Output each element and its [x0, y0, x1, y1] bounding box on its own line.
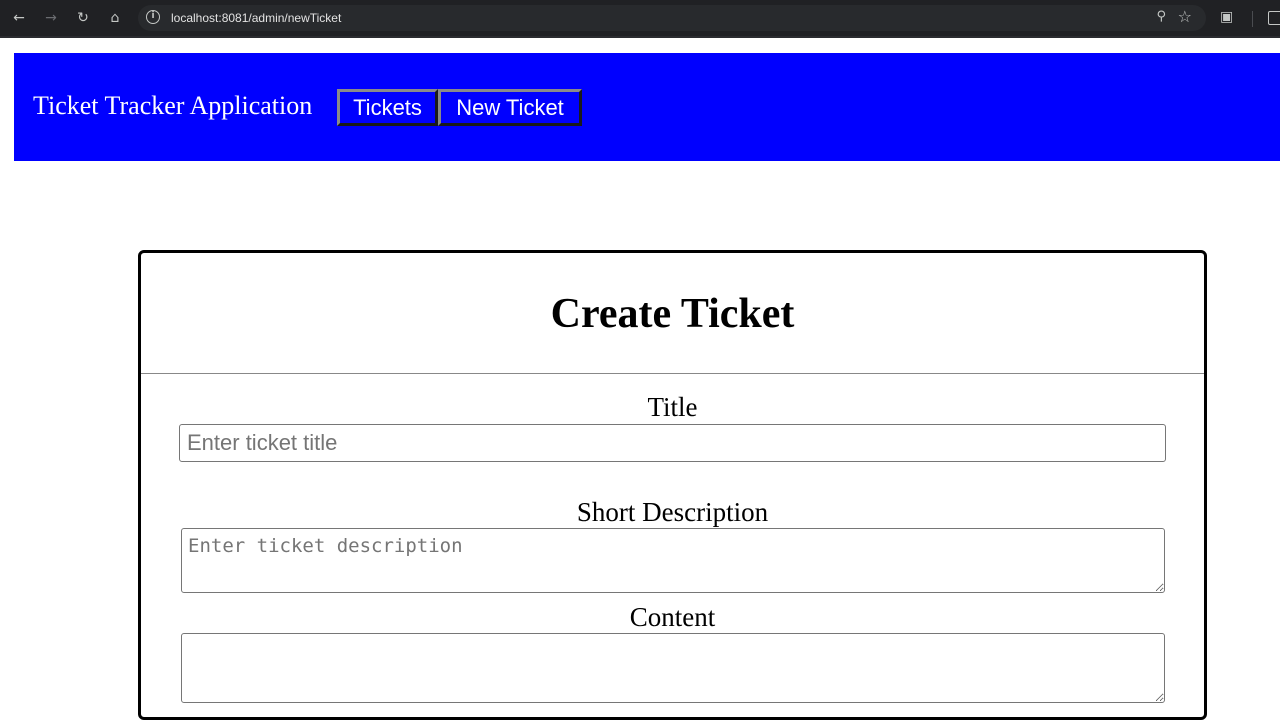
forward-icon[interactable]: →	[42, 9, 60, 27]
nav-tickets-button[interactable]: Tickets	[337, 89, 438, 126]
back-icon[interactable]: ←	[10, 9, 28, 27]
star-icon[interactable]: ☆	[1178, 7, 1192, 26]
card-divider	[141, 373, 1204, 374]
create-ticket-form: Create Ticket Title Short Description Co…	[138, 250, 1207, 720]
short-description-textarea[interactable]	[181, 528, 1165, 593]
zoom-icon[interactable]: ⚲	[1156, 9, 1166, 24]
address-url[interactable]: localhost:8081/admin/newTicket	[171, 5, 341, 31]
content-textarea[interactable]	[181, 633, 1165, 703]
page-title: Create Ticket	[550, 291, 795, 337]
address-bar[interactable]: i localhost:8081/admin/newTicket ⚲ ☆	[138, 5, 1206, 31]
content-label: Content	[629, 602, 716, 632]
title-label: Title	[647, 392, 698, 422]
side-panel-icon[interactable]	[1268, 11, 1280, 25]
toolbar-divider	[1252, 11, 1253, 27]
app-header: Ticket Tracker Application Tickets New T…	[14, 53, 1280, 161]
nav-new-ticket-button[interactable]: New Ticket	[438, 89, 582, 126]
reload-icon[interactable]: ↻	[74, 9, 92, 27]
site-info-icon[interactable]: i	[146, 10, 160, 24]
short-description-label: Short Description	[576, 497, 769, 527]
title-input[interactable]	[179, 424, 1166, 462]
home-icon[interactable]: ⌂	[106, 9, 124, 27]
browser-toolbar: ← → ↻ ⌂ i localhost:8081/admin/newTicket…	[0, 0, 1280, 38]
puzzle-icon[interactable]: ▣	[1220, 9, 1236, 25]
app-title: Ticket Tracker Application	[33, 91, 313, 120]
